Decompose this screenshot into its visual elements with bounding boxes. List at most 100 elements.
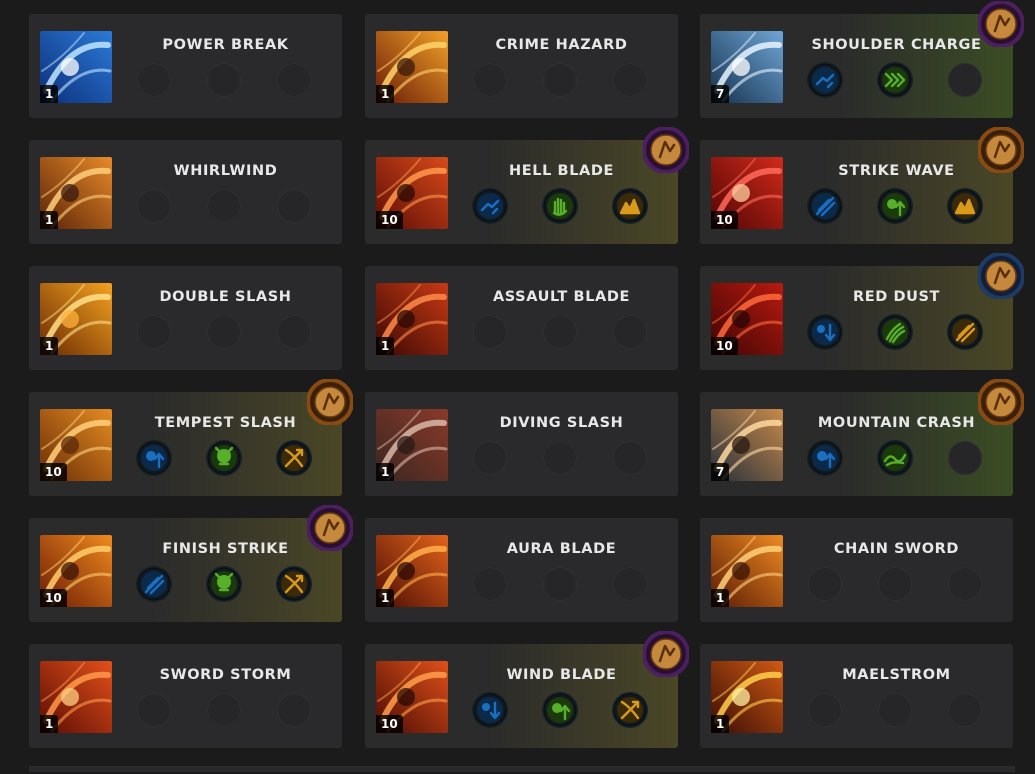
tripod-empty-slot[interactable]	[137, 189, 171, 223]
tripod-empty-slot[interactable]	[613, 441, 647, 475]
skill-card[interactable]: 1 CHAIN SWORD	[700, 518, 1013, 622]
tripod-row	[137, 441, 313, 477]
tripod-empty-slot[interactable]	[473, 441, 507, 475]
tripod-empty-slot[interactable]	[543, 441, 577, 475]
rune-purple-icon[interactable]	[643, 631, 689, 677]
skill-level-badge: 10	[376, 211, 403, 229]
tripod-empty-slot[interactable]	[137, 693, 171, 727]
tripod-empty-slot[interactable]	[878, 693, 912, 727]
rune-blue-icon[interactable]	[978, 253, 1024, 299]
skill-card[interactable]: 1 DIVING SLASH	[365, 392, 678, 496]
tripod-row	[137, 567, 313, 603]
tripod-empty-slot[interactable]	[277, 63, 311, 97]
rune-orange-icon[interactable]	[307, 379, 353, 425]
tripod-row	[137, 189, 313, 225]
tripod-empty-slot[interactable]	[277, 315, 311, 349]
rune-purple-icon[interactable]	[643, 127, 689, 173]
skill-card[interactable]: 10 STRIKE WAVE	[700, 127, 1024, 244]
tripod-blue-down-icon[interactable]	[808, 315, 842, 349]
tripod-empty-slot[interactable]	[613, 315, 647, 349]
skill-card[interactable]: 1 WHIRLWIND	[29, 140, 342, 244]
tripod-green-hand-icon[interactable]	[543, 189, 577, 223]
tripod-empty-slot[interactable]	[473, 567, 507, 601]
tripod-gold-slash-icon[interactable]	[948, 315, 982, 349]
skill-card[interactable]: 10 WIND BLADE	[365, 631, 689, 748]
tripod-row	[808, 63, 984, 99]
tripod-empty-slot[interactable]	[277, 693, 311, 727]
tripod-empty-slot[interactable]	[207, 63, 241, 97]
tripod-empty-slot[interactable]	[473, 63, 507, 97]
tripod-row	[473, 567, 649, 603]
skill-card[interactable]: 7 SHOULDER CHARGE	[700, 1, 1024, 118]
skill-name: MOUNTAIN CRASH	[817, 415, 976, 431]
tripod-green-up-icon[interactable]	[878, 189, 912, 223]
skill-card[interactable]: 1 AURA BLADE	[365, 518, 678, 622]
tripod-blue-slash-icon[interactable]	[808, 189, 842, 223]
skill-name: ASSAULT BLADE	[492, 289, 631, 305]
skill-card[interactable]: 10 FINISH STRIKE	[29, 505, 353, 622]
tripod-blue-dash-icon[interactable]	[808, 63, 842, 97]
tripod-empty-slot[interactable]	[207, 693, 241, 727]
skill-card[interactable]: 1 SWORD STORM	[29, 644, 342, 748]
skill-card[interactable]: 7 MOUNTAIN CRASH	[700, 379, 1024, 496]
skill-card[interactable]: 1 ASSAULT BLADE	[365, 266, 678, 370]
tripod-empty-slot[interactable]	[613, 567, 647, 601]
tripod-gold-cross-icon[interactable]	[277, 567, 311, 601]
tripod-empty-slot[interactable]	[473, 315, 507, 349]
skill-grid: 1 POWER BREAK 1 CRIME HAZARD 7 SHOULDER CHARG…	[29, 1, 1024, 774]
rune-orange-icon[interactable]	[978, 127, 1024, 173]
tripod-green-arrows-icon[interactable]	[878, 63, 912, 97]
tripod-green-claw-icon[interactable]	[878, 315, 912, 349]
tripod-empty-slot[interactable]	[948, 441, 982, 475]
tripod-row	[808, 189, 984, 225]
skill-name: SWORD STORM	[159, 667, 292, 683]
tripod-gold-peaks-icon[interactable]	[613, 189, 647, 223]
tripod-green-skull-icon[interactable]	[207, 441, 241, 475]
skill-card[interactable]: 1 MAELSTROM	[700, 644, 1013, 748]
tripod-empty-slot[interactable]	[207, 189, 241, 223]
tripod-green-up-icon[interactable]	[543, 693, 577, 727]
tripod-row	[473, 441, 649, 477]
skill-name: POWER BREAK	[162, 37, 289, 53]
skill-card[interactable]: 10 HELL BLADE	[365, 127, 689, 244]
tripod-empty-slot[interactable]	[808, 693, 842, 727]
tripod-row	[808, 441, 984, 477]
tripod-empty-slot[interactable]	[948, 567, 982, 601]
tripod-empty-slot[interactable]	[878, 567, 912, 601]
tripod-empty-slot[interactable]	[207, 315, 241, 349]
rune-purple-icon[interactable]	[307, 505, 353, 551]
tripod-gold-peaks-icon[interactable]	[948, 189, 982, 223]
skill-card[interactable]: 1 POWER BREAK	[29, 14, 342, 118]
tripod-green-skull-icon[interactable]	[207, 567, 241, 601]
tripod-gold-cross-icon[interactable]	[277, 441, 311, 475]
rune-purple-icon[interactable]	[978, 1, 1024, 47]
tripod-blue-dash-icon[interactable]	[473, 189, 507, 223]
skill-level-badge: 1	[711, 715, 730, 733]
skill-level-badge: 1	[40, 211, 59, 229]
tripod-blue-up-icon[interactable]	[808, 441, 842, 475]
tripod-gold-cross-icon[interactable]	[613, 693, 647, 727]
skill-name: CRIME HAZARD	[495, 37, 628, 53]
tripod-empty-slot[interactable]	[948, 693, 982, 727]
skill-card[interactable]: 10 RED DUST	[700, 253, 1024, 370]
tripod-empty-slot[interactable]	[543, 315, 577, 349]
tripod-empty-slot[interactable]	[808, 567, 842, 601]
skill-card[interactable]: 10 TEMPEST SLASH	[29, 379, 353, 496]
skill-name: MAELSTROM	[842, 667, 951, 683]
tripod-empty-slot[interactable]	[277, 189, 311, 223]
tripod-empty-slot[interactable]	[543, 63, 577, 97]
tripod-empty-slot[interactable]	[137, 315, 171, 349]
skill-level-badge: 1	[711, 589, 730, 607]
skill-level-badge: 10	[711, 337, 738, 355]
tripod-blue-down-icon[interactable]	[473, 693, 507, 727]
rune-orange-icon[interactable]	[978, 379, 1024, 425]
tripod-blue-slash-icon[interactable]	[137, 567, 171, 601]
tripod-green-wave-icon[interactable]	[878, 441, 912, 475]
tripod-blue-up-icon[interactable]	[137, 441, 171, 475]
tripod-empty-slot[interactable]	[137, 63, 171, 97]
tripod-empty-slot[interactable]	[613, 63, 647, 97]
tripod-empty-slot[interactable]	[543, 567, 577, 601]
tripod-empty-slot[interactable]	[948, 63, 982, 97]
skill-card[interactable]: 1 DOUBLE SLASH	[29, 266, 342, 370]
skill-card[interactable]: 1 CRIME HAZARD	[365, 14, 678, 118]
